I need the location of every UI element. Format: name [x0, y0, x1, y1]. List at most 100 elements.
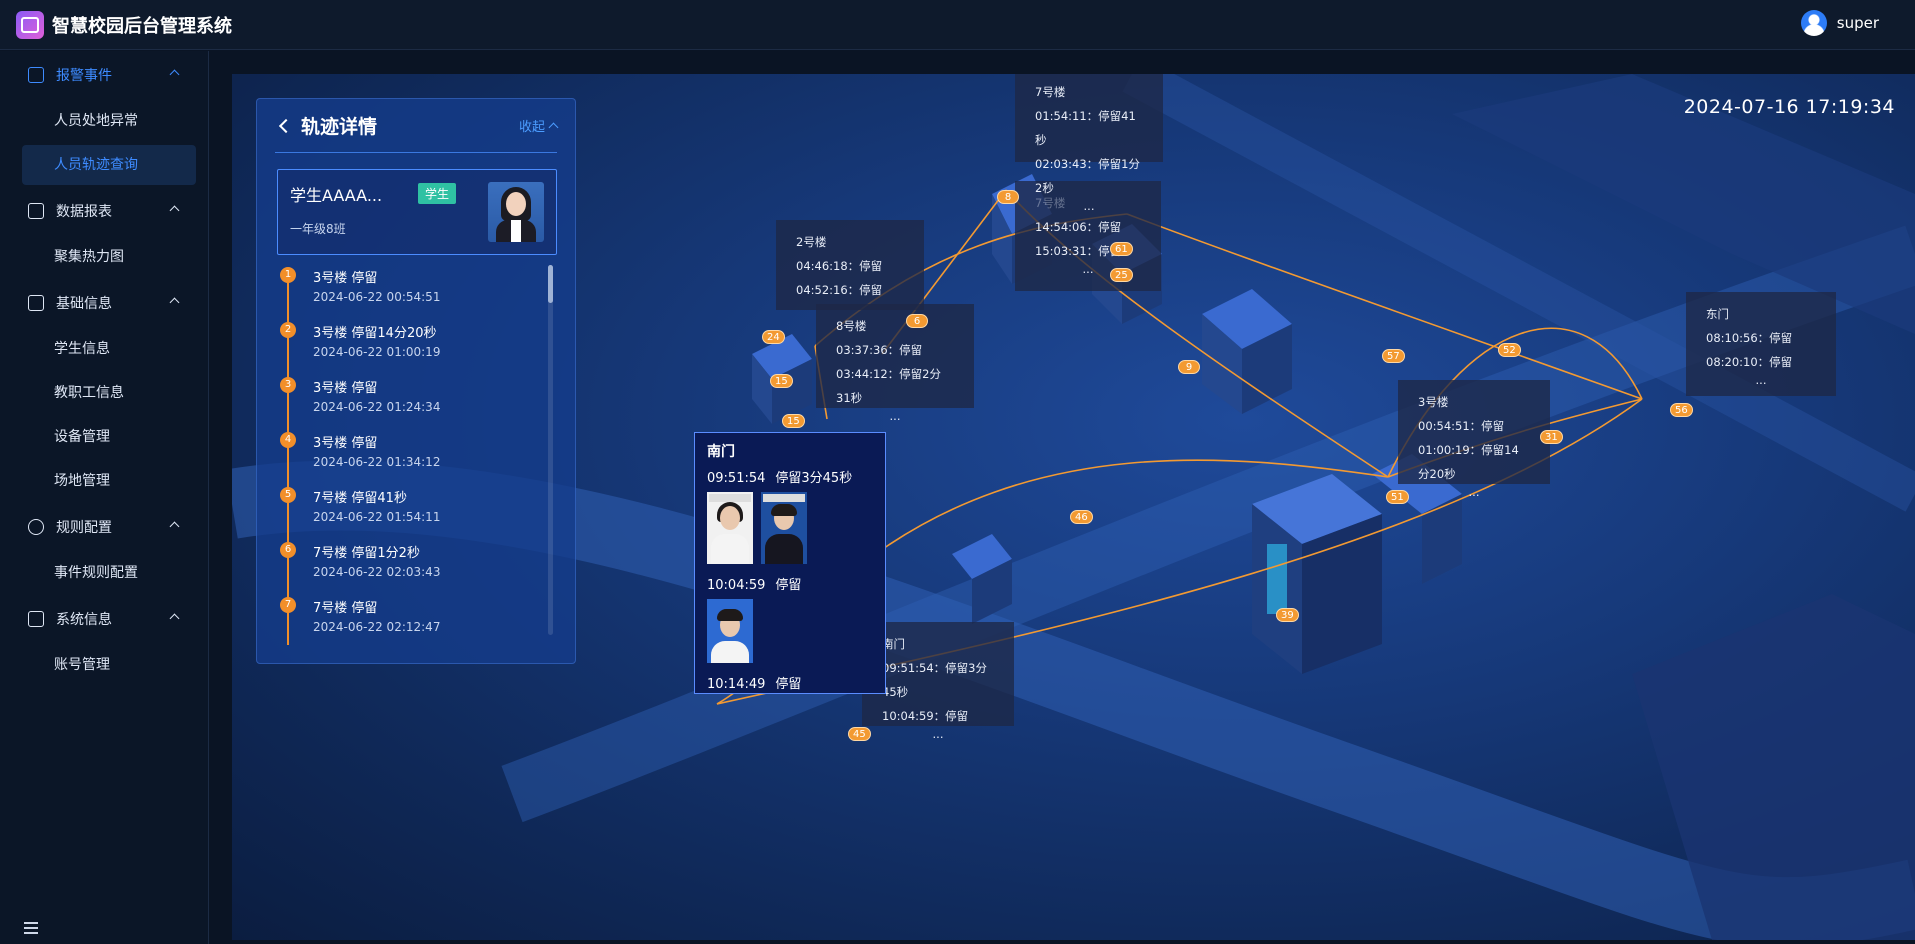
tooltip-more: ... — [889, 409, 901, 423]
track-item[interactable]: 3 3号楼 停留 2024-06-22 01:24:34 — [277, 375, 547, 430]
route-marker[interactable]: 9 — [1178, 360, 1200, 374]
tooltip-line: 02:03:43：停留1分2秒 — [1035, 157, 1140, 195]
tooltip-line: 04:46:18：停留 — [796, 259, 883, 273]
menu-group-rules[interactable]: 规则配置 — [0, 503, 208, 551]
route-marker[interactable]: 52 — [1498, 343, 1521, 357]
alarm-icon — [28, 67, 44, 83]
track-detail-panel: 轨迹详情 收起 学生AAAA... 学生 一年级8班 1 3号楼 停留 2024-0… — [256, 98, 576, 664]
route-marker[interactable]: 57 — [1382, 349, 1405, 363]
scroll-thumb[interactable] — [548, 265, 553, 303]
route-marker[interactable]: 6 — [906, 314, 928, 328]
track-number: 6 — [280, 542, 296, 558]
track-item[interactable]: 2 3号楼 停留14分20秒 2024-06-22 01:00:19 — [277, 320, 547, 375]
tooltip-line: 01:00:19：停留14分20秒 — [1418, 443, 1519, 481]
capture-photo[interactable] — [707, 599, 753, 663]
track-list-scrollbar[interactable] — [548, 265, 553, 635]
map-clock: 2024-07-16 17:19:34 — [1683, 96, 1895, 118]
track-number: 3 — [280, 377, 296, 393]
track-number: 2 — [280, 322, 296, 338]
menu-group-alarm[interactable]: 报警事件 — [0, 51, 208, 99]
tooltip-line: 03:44:12：停留2分31秒 — [836, 367, 941, 405]
route-marker[interactable]: 8 — [997, 190, 1019, 204]
tooltip-line: 09:51:54：停留3分45秒 — [882, 661, 987, 699]
tooltip-title: 2号楼 — [796, 235, 827, 249]
chevron-up-icon — [548, 122, 559, 133]
track-item[interactable]: 4 3号楼 停留 2024-06-22 01:34:12 — [277, 430, 547, 485]
route-marker[interactable]: 46 — [1070, 510, 1093, 524]
tooltip-line: 14:54:06：停留 — [1035, 220, 1122, 234]
route-marker[interactable]: 61 — [1110, 242, 1133, 256]
track-list[interactable]: 1 3号楼 停留 2024-06-22 00:54:51 2 3号楼 停留14分20秒… — [277, 265, 547, 645]
route-marker[interactable]: 15 — [770, 374, 793, 388]
track-number: 5 — [280, 487, 296, 503]
menu-item-event-rules[interactable]: 事件规则配置 — [0, 551, 208, 595]
popup-status: 停留3分45秒 — [775, 471, 853, 486]
user-name: super — [1836, 14, 1879, 32]
track-title: 7号楼 停留1分2秒 — [313, 546, 420, 561]
track-item[interactable]: 7 7号楼 停留 2024-06-22 02:12:47 — [277, 595, 547, 645]
route-marker[interactable]: 25 — [1110, 268, 1133, 282]
menu-item-heatmap[interactable]: 聚集热力图 — [0, 235, 208, 279]
route-marker[interactable]: 24 — [762, 330, 785, 344]
collapse-menu-icon[interactable] — [24, 922, 38, 934]
info-icon — [28, 295, 44, 311]
tooltip-more: ... — [1083, 199, 1095, 213]
route-marker[interactable]: 56 — [1670, 403, 1693, 417]
tooltip-line: 10:04:59：停留 — [882, 709, 969, 723]
collapse-button[interactable]: 收起 — [518, 116, 559, 135]
route-marker[interactable]: 51 — [1386, 490, 1409, 504]
tooltip-title: 7号楼 — [1035, 85, 1066, 99]
popup-row: 10:04:59 停留 — [707, 574, 873, 593]
route-marker[interactable]: 45 — [848, 727, 871, 741]
app-title: 智慧校园后台管理系统 — [52, 15, 232, 37]
menu-item-accounts[interactable]: 账号管理 — [0, 643, 208, 687]
tooltip-more: ... — [1468, 485, 1480, 499]
menu-item-venues[interactable]: 场地管理 — [0, 459, 208, 503]
menu-item-track-query[interactable]: 人员轨迹查询 — [22, 145, 196, 185]
tooltip-building-8: 8号楼 03:37:36：停留 03:44:12：停留2分31秒 ... — [816, 304, 974, 422]
track-item[interactable]: 1 3号楼 停留 2024-06-22 00:54:51 — [277, 265, 547, 320]
track-title: 3号楼 停留 — [313, 381, 378, 396]
tooltip-line: 08:10:56：停留 — [1706, 331, 1793, 345]
track-time: 2024-06-22 00:54:51 — [313, 290, 441, 304]
popup-status: 停留 — [775, 677, 802, 692]
menu-group-basic[interactable]: 基础信息 — [0, 279, 208, 327]
menu-group-label: 规则配置 — [56, 520, 112, 536]
campus-map[interactable]: 2024-07-16 17:19:34 7号楼 14:54:06：停留 15:0… — [232, 74, 1915, 940]
menu-item-staff[interactable]: 教职工信息 — [0, 371, 208, 415]
capture-photo[interactable] — [761, 492, 807, 564]
collapse-label: 收起 — [518, 120, 545, 135]
track-title: 3号楼 停留 — [313, 271, 378, 286]
menu-item-students[interactable]: 学生信息 — [0, 327, 208, 371]
tooltip-building-3: 3号楼 00:54:51：停留 01:00:19：停留14分20秒 ... — [1398, 380, 1550, 498]
popup-time: 10:04:59 — [707, 578, 766, 593]
route-marker[interactable]: 31 — [1540, 430, 1563, 444]
route-marker[interactable]: 15 — [782, 414, 805, 428]
menu-item-abnormal[interactable]: 人员处地异常 — [0, 99, 208, 143]
menu-group-system[interactable]: 系统信息 — [0, 595, 208, 643]
user-menu[interactable]: super — [1800, 10, 1879, 36]
tooltip-line: 00:54:51：停留 — [1418, 419, 1505, 433]
panel-header: 轨迹详情 收起 — [275, 99, 559, 153]
track-number: 7 — [280, 597, 296, 613]
gear-icon — [28, 519, 44, 535]
route-marker[interactable]: 39 — [1276, 608, 1299, 622]
popup-row: 09:51:54 停留3分45秒 — [707, 467, 873, 486]
tooltip-more: ... — [1755, 373, 1767, 387]
sidebar: 报警事件 人员处地异常 人员轨迹查询 数据报表 聚集热力图 基础信息 学生信息 … — [0, 51, 209, 944]
student-card[interactable]: 学生AAAA... 学生 一年级8班 — [277, 169, 557, 255]
track-title: 3号楼 停留14分20秒 — [313, 326, 437, 341]
menu-item-devices[interactable]: 设备管理 — [0, 415, 208, 459]
chevron-up-icon — [169, 69, 180, 80]
popup-time: 09:51:54 — [707, 471, 766, 486]
menu-group-report[interactable]: 数据报表 — [0, 187, 208, 235]
track-time: 2024-06-22 01:24:34 — [313, 400, 441, 414]
back-icon[interactable] — [278, 118, 294, 133]
popup-status: 停留 — [775, 578, 802, 593]
track-item[interactable]: 5 7号楼 停留41秒 2024-06-22 01:54:11 — [277, 485, 547, 540]
student-name: 学生AAAA... — [290, 186, 383, 205]
user-avatar-icon — [1800, 10, 1827, 36]
capture-photo[interactable] — [707, 492, 753, 564]
track-item[interactable]: 6 7号楼 停留1分2秒 2024-06-22 02:03:43 — [277, 540, 547, 595]
top-bar: 智慧校园后台管理系统 super — [0, 0, 1915, 50]
